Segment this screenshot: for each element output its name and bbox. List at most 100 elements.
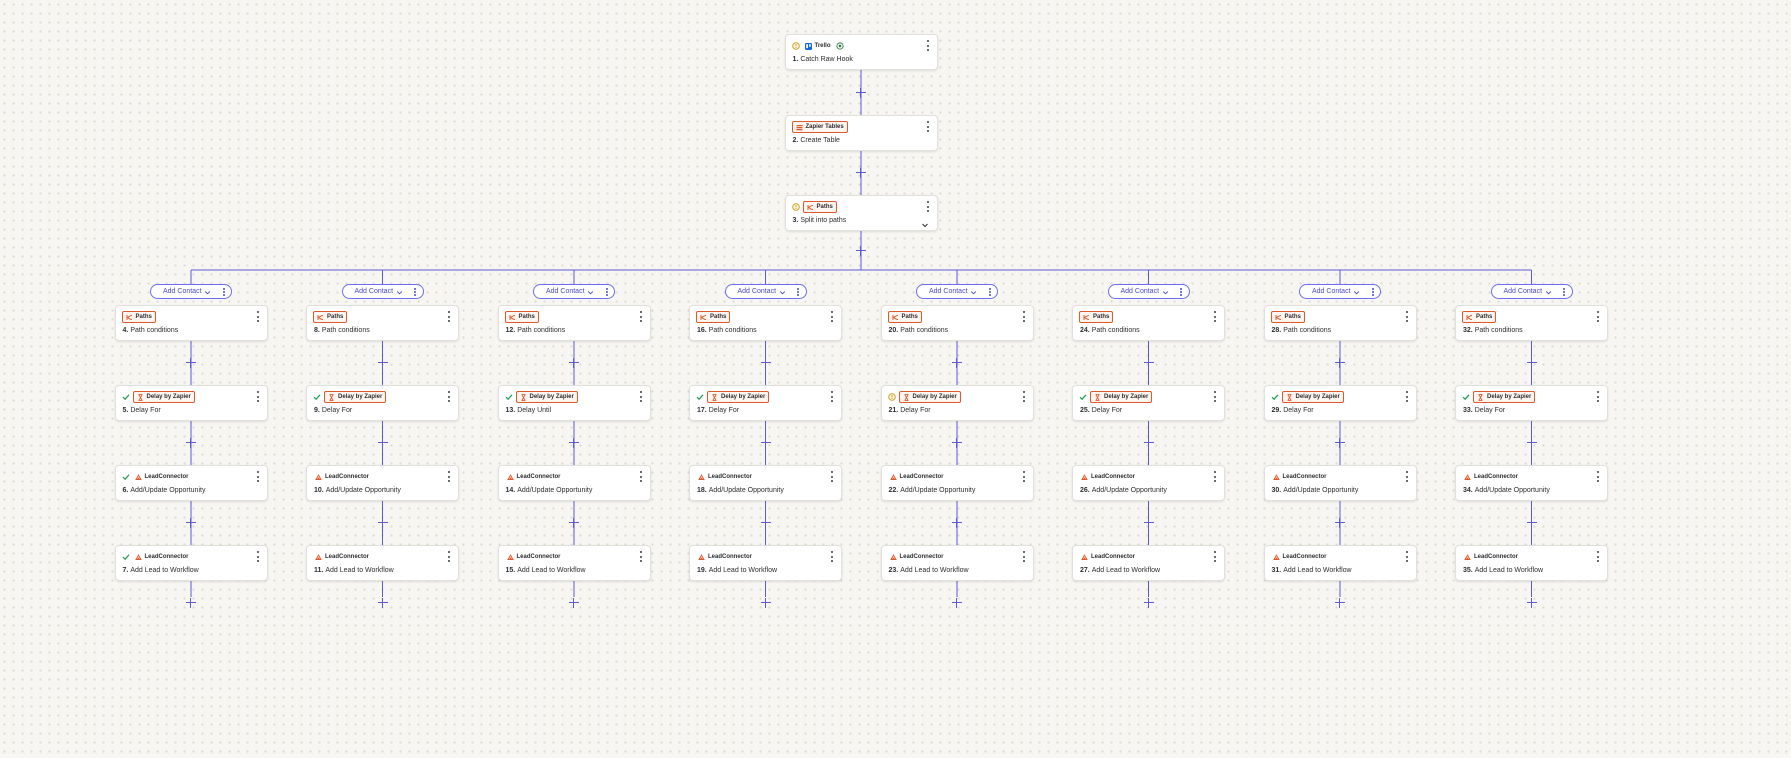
step-card[interactable]: LeadConnector 11. Add Lead to Workflow bbox=[306, 545, 459, 581]
trigger-step-card[interactable]: Paths 3. Split into paths bbox=[784, 195, 938, 231]
chevron-down-icon[interactable] bbox=[921, 216, 929, 228]
trigger-step-card[interactable]: Trello 1. Catch Raw Hook bbox=[784, 34, 938, 70]
path-branch-pill[interactable]: Add Contact bbox=[150, 284, 232, 299]
add-step-button[interactable] bbox=[1143, 437, 1155, 449]
path-menu-button[interactable] bbox=[222, 288, 225, 296]
path-branch-pill[interactable]: Add Contact bbox=[1107, 284, 1190, 299]
step-card[interactable]: Paths 24. Path conditions bbox=[1072, 305, 1225, 341]
step-card[interactable]: LeadConnector 26. Add/Update Opportunity bbox=[1072, 465, 1225, 501]
add-step-button[interactable] bbox=[951, 517, 963, 529]
step-menu-button[interactable] bbox=[1021, 391, 1027, 402]
step-menu-button[interactable] bbox=[1595, 311, 1601, 322]
add-step-button[interactable] bbox=[1526, 517, 1538, 529]
step-card[interactable]: Delay by Zapier 5. Delay For bbox=[114, 385, 268, 421]
step-menu-button[interactable] bbox=[1595, 551, 1601, 562]
step-card[interactable]: LeadConnector 35. Add Lead to Workflow bbox=[1455, 545, 1608, 581]
step-card[interactable]: LeadConnector 22. Add/Update Opportunity bbox=[880, 465, 1034, 501]
step-card[interactable]: Paths 28. Path conditions bbox=[1263, 305, 1417, 341]
path-menu-button[interactable] bbox=[1371, 288, 1374, 296]
add-step-button[interactable] bbox=[377, 597, 389, 609]
add-step-button[interactable] bbox=[1334, 437, 1346, 449]
add-step-button[interactable] bbox=[855, 167, 867, 179]
step-menu-button[interactable] bbox=[829, 551, 835, 562]
add-step-button[interactable] bbox=[185, 597, 197, 609]
add-step-button[interactable] bbox=[1526, 597, 1538, 609]
trigger-step-card[interactable]: Zapier Tables 2. Create Table bbox=[784, 115, 938, 151]
add-step-button[interactable] bbox=[1143, 597, 1155, 609]
step-card[interactable]: LeadConnector 27. Add Lead to Workflow bbox=[1072, 545, 1225, 581]
add-step-button[interactable] bbox=[568, 597, 580, 609]
path-branch-label[interactable]: Add Contact bbox=[1504, 288, 1543, 295]
step-card[interactable]: LeadConnector 31. Add Lead to Workflow bbox=[1263, 545, 1417, 581]
chevron-down-icon[interactable] bbox=[587, 289, 594, 296]
add-step-button[interactable] bbox=[377, 437, 389, 449]
add-step-button[interactable] bbox=[1143, 517, 1155, 529]
step-card[interactable]: Paths 32. Path conditions bbox=[1455, 305, 1608, 341]
path-branch-pill[interactable]: Add Contact bbox=[1490, 284, 1573, 299]
step-menu-button[interactable] bbox=[255, 551, 261, 562]
add-step-button[interactable] bbox=[185, 437, 197, 449]
step-menu-button[interactable] bbox=[255, 471, 261, 482]
add-step-button[interactable] bbox=[760, 357, 772, 369]
chevron-down-icon[interactable] bbox=[779, 289, 786, 296]
add-step-button[interactable] bbox=[1526, 357, 1538, 369]
step-card[interactable]: LeadConnector 23. Add Lead to Workflow bbox=[880, 545, 1034, 581]
path-menu-button[interactable] bbox=[1180, 288, 1183, 296]
step-menu-button[interactable] bbox=[1404, 311, 1410, 322]
add-step-button[interactable] bbox=[855, 245, 867, 257]
step-card[interactable]: Delay by Zapier 25. Delay For bbox=[1072, 385, 1225, 421]
step-card[interactable]: Paths 20. Path conditions bbox=[880, 305, 1034, 341]
step-card[interactable]: LeadConnector 14. Add/Update Opportunity bbox=[497, 465, 651, 501]
step-menu-button[interactable] bbox=[1404, 551, 1410, 562]
step-menu-button[interactable] bbox=[1404, 391, 1410, 402]
step-card[interactable]: Delay by Zapier 21. Delay For bbox=[880, 385, 1034, 421]
path-branch-pill[interactable]: Add Contact bbox=[724, 284, 807, 299]
path-branch-label[interactable]: Add Contact bbox=[546, 288, 585, 295]
path-menu-button[interactable] bbox=[605, 288, 608, 296]
add-step-button[interactable] bbox=[760, 597, 772, 609]
path-menu-button[interactable] bbox=[988, 288, 991, 296]
path-branch-pill[interactable]: Add Contact bbox=[533, 284, 615, 299]
path-branch-label[interactable]: Add Contact bbox=[738, 288, 777, 295]
add-step-button[interactable] bbox=[568, 437, 580, 449]
chevron-down-icon[interactable] bbox=[204, 289, 211, 296]
add-step-button[interactable] bbox=[1143, 357, 1155, 369]
step-card[interactable]: Delay by Zapier 17. Delay For bbox=[689, 385, 842, 421]
add-step-button[interactable] bbox=[951, 597, 963, 609]
step-menu-button[interactable] bbox=[1212, 471, 1218, 482]
add-step-button[interactable] bbox=[1526, 437, 1538, 449]
add-step-button[interactable] bbox=[568, 517, 580, 529]
step-menu-button[interactable] bbox=[638, 471, 644, 482]
step-menu-button[interactable] bbox=[829, 311, 835, 322]
step-card[interactable]: Delay by Zapier 33. Delay For bbox=[1455, 385, 1608, 421]
step-menu-button[interactable] bbox=[1021, 551, 1027, 562]
step-menu-button[interactable] bbox=[1404, 471, 1410, 482]
step-card[interactable]: LeadConnector 15. Add Lead to Workflow bbox=[497, 545, 651, 581]
chevron-down-icon[interactable] bbox=[396, 289, 403, 296]
step-menu-button[interactable] bbox=[446, 551, 452, 562]
path-branch-pill[interactable]: Add Contact bbox=[1299, 284, 1381, 299]
step-card[interactable]: Paths 12. Path conditions bbox=[497, 305, 651, 341]
step-card[interactable]: Delay by Zapier 13. Delay Until bbox=[497, 385, 651, 421]
add-step-button[interactable] bbox=[951, 437, 963, 449]
step-card[interactable]: LeadConnector 6. Add/Update Opportunity bbox=[114, 465, 268, 501]
path-branch-label[interactable]: Add Contact bbox=[1312, 288, 1351, 295]
step-card[interactable]: LeadConnector 19. Add Lead to Workflow bbox=[689, 545, 842, 581]
step-card[interactable]: LeadConnector 34. Add/Update Opportunity bbox=[1455, 465, 1608, 501]
step-card[interactable]: Paths 4. Path conditions bbox=[114, 305, 268, 341]
step-card[interactable]: LeadConnector 18. Add/Update Opportunity bbox=[689, 465, 842, 501]
add-step-button[interactable] bbox=[377, 517, 389, 529]
path-menu-button[interactable] bbox=[1563, 288, 1566, 296]
add-step-button[interactable] bbox=[760, 517, 772, 529]
step-menu-button[interactable] bbox=[925, 40, 931, 51]
step-menu-button[interactable] bbox=[255, 311, 261, 322]
step-menu-button[interactable] bbox=[255, 391, 261, 402]
step-menu-button[interactable] bbox=[1212, 551, 1218, 562]
path-branch-pill[interactable]: Add Contact bbox=[341, 284, 424, 299]
chevron-down-icon[interactable] bbox=[970, 289, 977, 296]
path-branch-pill[interactable]: Add Contact bbox=[916, 284, 998, 299]
step-menu-button[interactable] bbox=[446, 311, 452, 322]
step-menu-button[interactable] bbox=[638, 391, 644, 402]
step-card[interactable]: LeadConnector 7. Add Lead to Workflow bbox=[114, 545, 268, 581]
step-menu-button[interactable] bbox=[925, 201, 931, 212]
